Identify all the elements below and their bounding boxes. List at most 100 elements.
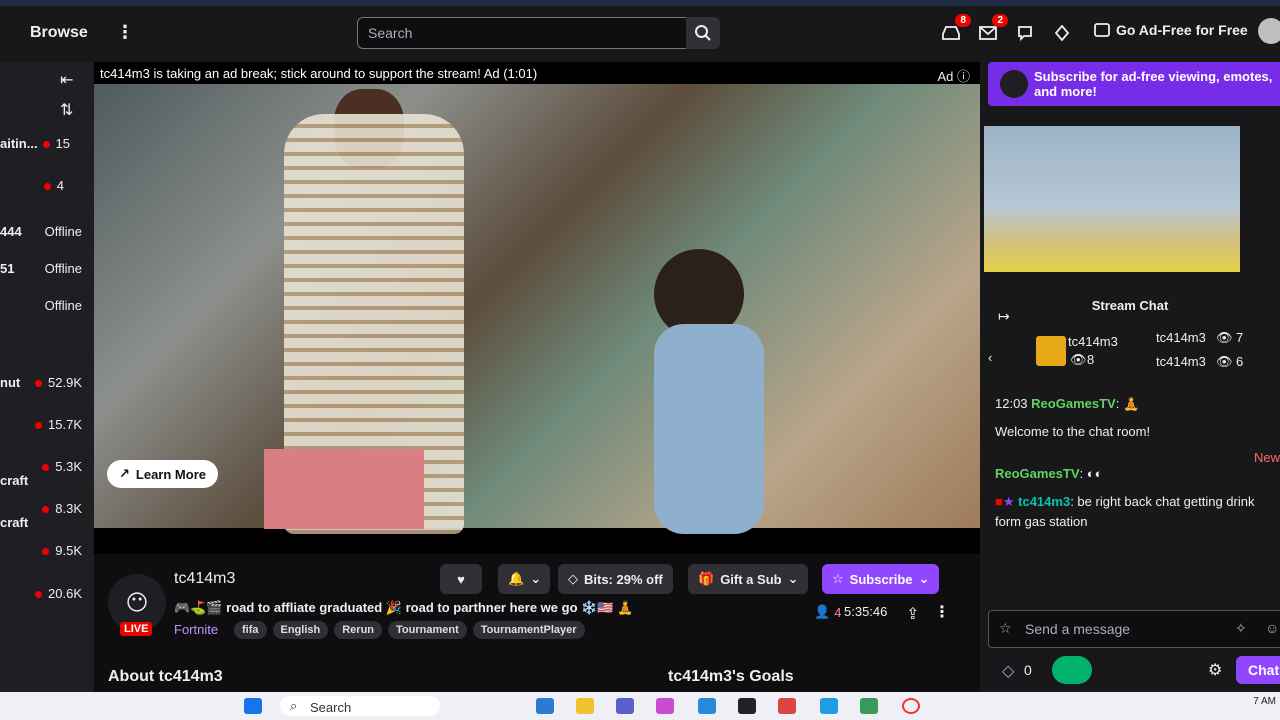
bits-button[interactable]: ◇ Bits: 29% off xyxy=(558,564,673,594)
tag[interactable]: Rerun xyxy=(334,621,383,639)
tag[interactable]: English xyxy=(272,621,329,639)
search-input[interactable]: Search xyxy=(357,17,687,49)
sidebar-item-name: aitin... xyxy=(0,136,38,151)
copilot-icon[interactable] xyxy=(656,698,674,714)
live-badge: LIVE xyxy=(120,622,153,636)
live-dot xyxy=(42,464,50,472)
tag[interactable]: Tournament xyxy=(388,621,467,639)
video-figure xyxy=(264,449,424,529)
emote-picker-icon[interactable]: ✧ xyxy=(1235,620,1247,637)
hype-button[interactable] xyxy=(1052,656,1092,684)
subscribe-banner[interactable]: Subscribe for ad-free viewing, emotes, a… xyxy=(988,62,1280,106)
ad-label[interactable]: Ad ⓘ xyxy=(937,66,970,85)
external-arrow-icon: ↗ xyxy=(119,466,130,481)
bell-icon: 🔔 xyxy=(508,571,525,586)
settings-gear-icon[interactable]: ⚙ xyxy=(1208,660,1222,680)
ad-label-text: Ad xyxy=(937,69,954,84)
chat-message: ReoGamesTV: ◐◐ xyxy=(995,466,1103,481)
viewer-count: 4 xyxy=(56,178,64,193)
browse-link[interactable]: Browse xyxy=(30,24,88,42)
stream-preview[interactable] xyxy=(984,126,1240,272)
gift-icon: 🎁 xyxy=(698,571,715,586)
chevron-left-icon[interactable]: ‹ xyxy=(988,350,992,365)
subscribe-button[interactable]: ☆ Subscribe ⌄ xyxy=(822,564,940,594)
viewer-count: 8.3K xyxy=(55,501,82,516)
viewer-count: 52.9K xyxy=(48,375,82,390)
bits-balance: 0 xyxy=(1024,662,1032,678)
message-user[interactable]: ReoGamesTV xyxy=(995,466,1080,481)
message-time: 12:03 xyxy=(995,396,1028,411)
message-user[interactable]: ReoGamesTV xyxy=(1031,396,1116,411)
learn-more-label: Learn More xyxy=(135,466,206,482)
sidebar-item-name: 444 xyxy=(0,224,22,239)
notification-button[interactable]: 🔔 ⌄ xyxy=(498,564,550,594)
inbox-badge: 8 xyxy=(955,14,971,27)
live-dot xyxy=(42,141,50,149)
sidebar-item-name: 51 xyxy=(0,261,15,276)
ad-video-frame xyxy=(94,84,980,534)
star-icon[interactable]: ☆ xyxy=(999,620,1012,637)
more-menu-icon[interactable]: ⋮ xyxy=(116,22,134,43)
eye-icon: 👁 xyxy=(1070,352,1087,367)
search-button[interactable] xyxy=(686,17,720,49)
ad-free-label: Go Ad-Free for Free xyxy=(1116,22,1248,38)
video-player[interactable]: tc414m3 is taking an ad break; stick aro… xyxy=(94,62,980,554)
bits-icon[interactable]: ◇ xyxy=(1002,661,1014,681)
smile-icon[interactable]: ☺ xyxy=(1265,620,1279,636)
edge-icon[interactable] xyxy=(820,698,838,714)
tag[interactable]: fifa xyxy=(234,621,267,639)
crown-button[interactable] xyxy=(1050,22,1074,44)
chat-bubble-button[interactable] xyxy=(1013,22,1037,44)
share-icon[interactable]: ⇪ xyxy=(906,604,919,624)
app-icon[interactable] xyxy=(536,698,554,714)
chat-input[interactable]: ☆ Send a message ✧ ☺ xyxy=(988,610,1280,648)
chat-messages: 12:03 ReoGamesTV: 🧘 Welcome to the chat … xyxy=(995,394,1275,532)
chat-title: Stream Chat xyxy=(1091,298,1169,313)
sidebar-item-name: craft xyxy=(0,473,29,488)
teams-icon[interactable] xyxy=(616,698,634,714)
gifter-count: 8 xyxy=(1087,352,1095,367)
eye-icon: 👁 xyxy=(1216,330,1233,345)
gifter-name: tc414m3 xyxy=(1068,334,1118,349)
category-link[interactable]: Fortnite xyxy=(174,622,218,637)
taskbar-search-label: Search xyxy=(310,700,352,715)
channel-name[interactable]: tc414m3 xyxy=(174,570,235,588)
chat-panel: Subscribe for ad-free viewing, emotes, a… xyxy=(980,62,1280,692)
goals-heading: tc414m3's Goals xyxy=(668,668,794,685)
bits-icon: ◇ xyxy=(568,571,578,586)
opera-icon[interactable] xyxy=(902,698,920,714)
collapse-icon[interactable]: ⇤ xyxy=(60,70,73,90)
amazon-icon[interactable] xyxy=(738,698,756,714)
app-icon[interactable] xyxy=(860,698,878,714)
whispers-button[interactable]: 2 xyxy=(976,14,1008,44)
ad-free-icon xyxy=(1094,23,1110,37)
more-options-icon[interactable]: ⋮ xyxy=(934,602,950,622)
sidebar-item-name: craft xyxy=(0,515,29,530)
chat-send-button[interactable]: Chat xyxy=(1236,656,1280,684)
user-avatar[interactable] xyxy=(1258,18,1280,44)
folder-icon[interactable] xyxy=(576,698,594,714)
tag[interactable]: TournamentPlayer xyxy=(472,621,585,639)
viewer-count: 15 xyxy=(55,136,70,151)
sort-icon[interactable]: ⇅ xyxy=(60,100,73,120)
gift-sub-button[interactable]: 🎁 Gift a Sub ⌄ xyxy=(688,564,809,594)
chat-message: Welcome to the chat room! xyxy=(995,424,1151,439)
gift-label: Gift a Sub xyxy=(720,571,782,587)
chat-message: ■★ tc414m3: be right back chat getting d… xyxy=(995,494,1255,529)
emote-icon: 🧘 xyxy=(1122,396,1140,411)
inbox-button[interactable]: 8 xyxy=(939,14,971,44)
start-icon[interactable] xyxy=(244,698,262,714)
live-dot xyxy=(35,591,43,599)
store-icon[interactable] xyxy=(698,698,716,714)
learn-more-button[interactable]: ↗ Learn More xyxy=(107,460,218,488)
os-taskbar: ⌕ Search 7 AM xyxy=(0,692,1280,720)
heart-icon: ♥ xyxy=(457,571,465,587)
eye-icon: 👁 xyxy=(1216,354,1233,369)
message-user[interactable]: tc414m3 xyxy=(1018,494,1070,509)
game-icon[interactable] xyxy=(778,698,796,714)
new-messages-label[interactable]: New xyxy=(1254,450,1280,465)
viewer-count: 15.7K xyxy=(48,417,82,432)
ad-free-button[interactable]: Go Ad-Free for Free xyxy=(1094,22,1248,38)
taskbar-search[interactable]: ⌕ Search xyxy=(280,696,440,716)
follow-button[interactable]: ♥ xyxy=(440,564,482,594)
